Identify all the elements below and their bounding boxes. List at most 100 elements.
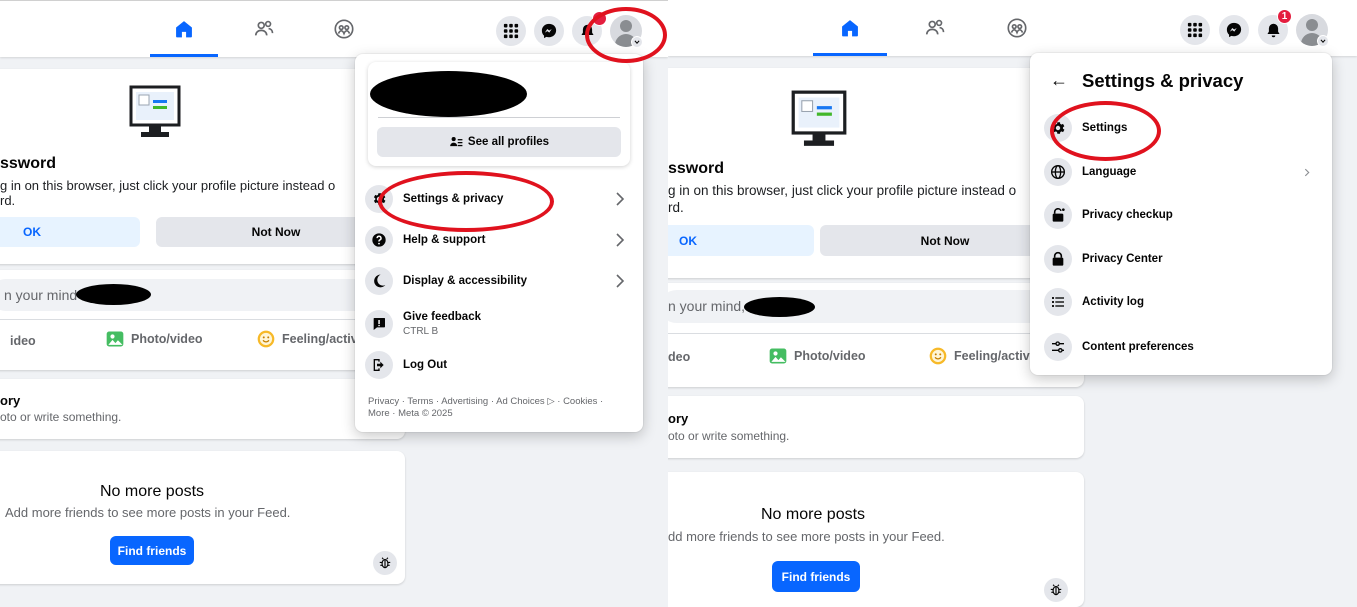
lock-icon	[1044, 245, 1072, 273]
messenger-button[interactable]	[1219, 15, 1249, 45]
menu-item-content-preferences[interactable]: Content preferences	[1044, 328, 1318, 366]
no-more-posts-subtitle: dd more friends to see more posts in you…	[668, 529, 945, 544]
menu-item-label: Log Out	[403, 359, 448, 371]
photo-video-button[interactable]: Photo/video	[768, 346, 866, 366]
save-password-heading: ssword	[668, 160, 725, 177]
smiley-icon	[257, 330, 275, 348]
nav-home-tab[interactable]	[150, 1, 218, 57]
nav-groups-tab[interactable]	[312, 1, 376, 57]
save-login-card: ssword g in on this browser, just click …	[0, 69, 405, 264]
story-subtitle: oto or write something.	[668, 429, 790, 443]
redacted-name	[744, 297, 815, 317]
menu-item-privacy-checkup[interactable]: Privacy checkup	[1044, 196, 1318, 234]
highlight-ring-avatar	[585, 7, 667, 63]
grid-icon	[503, 23, 519, 39]
friends-icon	[925, 19, 945, 35]
highlight-ring-settings-privacy	[378, 171, 554, 232]
nav-home-tab[interactable]	[813, 0, 887, 56]
menu-item-display-accessibility[interactable]: Display & accessibility	[365, 262, 633, 300]
menu-footer-links[interactable]: Privacy · Terms · Advertising · Ad Choic…	[368, 396, 603, 407]
feeling-activity-button[interactable]: Feeling/activi	[928, 346, 1033, 366]
highlight-ring-settings	[1050, 101, 1161, 161]
profile-divider	[378, 117, 620, 118]
ok-button[interactable]: OK	[0, 217, 140, 247]
redacted-name	[76, 284, 151, 305]
feeling-activity-label: Feeling/activi	[954, 349, 1034, 363]
no-more-posts-subtitle: Add more friends to see more posts in yo…	[5, 505, 291, 520]
chevron-down-icon	[1317, 35, 1329, 47]
notification-badge: 1	[1277, 9, 1292, 24]
story-card[interactable]: ory oto or write something.	[0, 379, 405, 439]
chevron-right-icon	[616, 233, 625, 247]
back-arrow-icon: ←	[1050, 69, 1068, 90]
menu-item-activity-log[interactable]: Activity log	[1044, 283, 1318, 321]
nav-groups-tab[interactable]	[985, 0, 1049, 56]
no-more-posts-title: No more posts	[761, 506, 866, 523]
story-title: ory	[0, 393, 21, 408]
photo-icon	[769, 348, 787, 364]
groups-icon	[1007, 18, 1027, 38]
live-video-button[interactable]: deo	[668, 350, 690, 364]
settings-menu-title: Settings & privacy	[1082, 70, 1244, 91]
save-password-body-2: rd.	[668, 200, 684, 215]
feedback-icon	[365, 310, 393, 338]
menu-item-privacy-center[interactable]: Privacy Center	[1044, 240, 1318, 278]
save-password-body-2: rd.	[0, 193, 16, 208]
save-password-body-1: g in on this browser, just click your pr…	[668, 183, 1017, 198]
messenger-button[interactable]	[534, 16, 564, 46]
nav-friends-tab[interactable]	[903, 0, 967, 56]
menu-footer-copyright: More · Meta © 2025	[368, 408, 453, 419]
menu-item-label: Content preferences	[1082, 341, 1194, 353]
photo-video-label: Photo/video	[131, 332, 203, 346]
home-icon	[842, 20, 858, 37]
photo-video-button[interactable]: Photo/video	[105, 329, 203, 349]
menu-item-label: Privacy checkup	[1082, 209, 1173, 221]
computer-illustration-icon	[791, 90, 847, 146]
give-feedback-label: Give feedback	[403, 311, 481, 323]
report-bug-button[interactable]	[1044, 578, 1068, 602]
chevron-right-icon	[616, 274, 625, 288]
story-card[interactable]: ory oto or write something.	[668, 396, 1084, 458]
story-subtitle: oto or write something.	[0, 410, 122, 424]
menu-item-label: Help & support	[403, 234, 486, 246]
screenshot-right: 1 ssword g in on this browser, just clic…	[668, 0, 1357, 607]
sliders-icon	[1044, 333, 1072, 361]
menu-item-label: Display & accessibility	[403, 275, 528, 287]
ok-button[interactable]: OK	[668, 225, 814, 256]
feed-end-card: No more posts Add more friends to see mo…	[0, 451, 405, 584]
friends-icon	[254, 20, 274, 36]
feeling-activity-label: Feeling/activi	[282, 332, 362, 346]
chevron-right-icon	[1304, 168, 1310, 177]
see-all-profiles-button[interactable]: See all profiles	[377, 127, 621, 157]
nav-friends-tab[interactable]	[232, 1, 296, 57]
list-icon	[1044, 288, 1072, 316]
feed-end-card: No more posts dd more friends to see mor…	[668, 472, 1084, 607]
logout-icon	[365, 351, 393, 379]
bell-icon	[1266, 23, 1280, 37]
composer-prompt: n your mind	[4, 287, 78, 303]
menu-button[interactable]	[1180, 15, 1210, 45]
back-arrow-button[interactable]: ←	[1044, 65, 1074, 95]
menu-item-label: Language	[1082, 166, 1137, 178]
messenger-icon	[1226, 22, 1242, 38]
globe-icon	[1044, 158, 1072, 186]
menu-button[interactable]	[496, 16, 526, 46]
report-bug-button[interactable]	[373, 551, 397, 575]
screenshot-left: ssword g in on this browser, just click …	[0, 0, 668, 607]
composer-input[interactable]: n your mind,	[668, 290, 1072, 323]
menu-item-give-feedback[interactable]: Give feedback CTRL B	[365, 303, 633, 345]
composer-card: n your mind, deo Photo/video Feeling/act…	[668, 283, 1084, 387]
find-friends-button[interactable]: Find friends	[110, 536, 194, 565]
computer-illustration-icon	[129, 85, 181, 137]
live-video-button[interactable]: ideo	[10, 334, 36, 348]
composer-divider	[668, 333, 1068, 334]
find-friends-button[interactable]: Find friends	[772, 561, 860, 592]
feeling-activity-button[interactable]: Feeling/activi	[256, 329, 361, 349]
menu-item-log-out[interactable]: Log Out	[365, 346, 633, 384]
save-password-heading: ssword	[0, 155, 57, 172]
profiles-icon	[450, 137, 463, 147]
composer-input[interactable]: n your mind	[0, 279, 392, 311]
settings-privacy-menu: ← Settings & privacy Settings Language P…	[1030, 53, 1332, 375]
home-icon	[176, 21, 192, 38]
give-feedback-shortcut: CTRL B	[403, 326, 439, 337]
